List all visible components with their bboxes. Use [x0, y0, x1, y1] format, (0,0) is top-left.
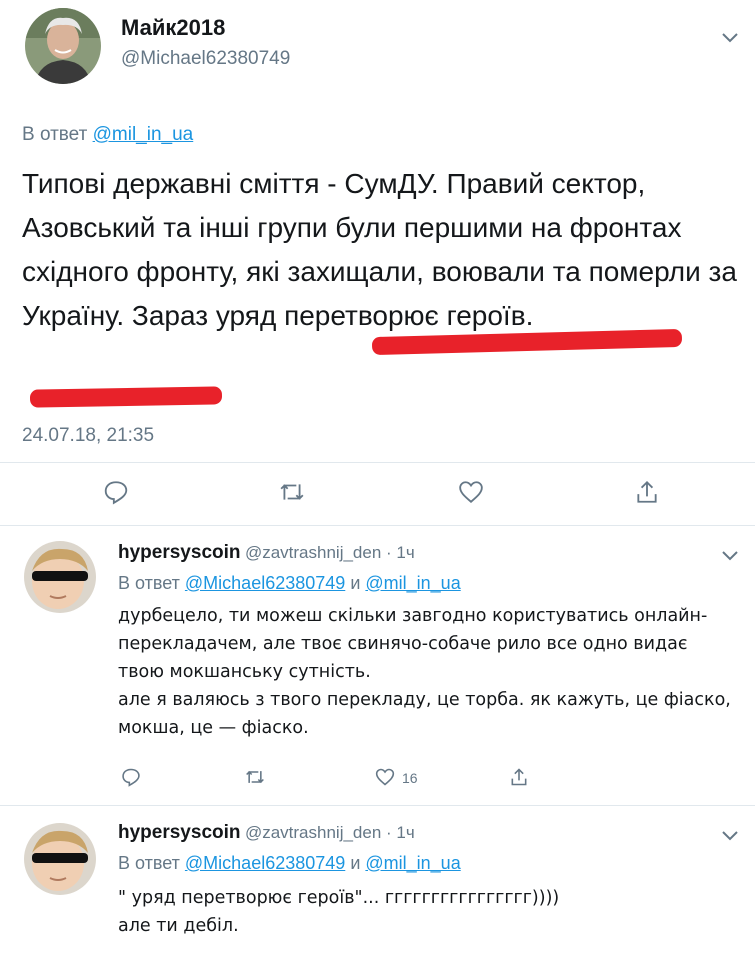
like-icon[interactable]	[458, 479, 484, 505]
avatar[interactable]	[25, 8, 101, 84]
mention-link[interactable]: @Michael62380749	[185, 573, 345, 593]
chevron-down-icon[interactable]	[722, 548, 738, 561]
reply-icon[interactable]	[103, 479, 129, 505]
user-handle[interactable]: @Michael62380749	[121, 48, 290, 70]
mention-link[interactable]: @Michael62380749	[185, 853, 345, 873]
handle-and-time[interactable]: @zavtrashnij_den · 1ч	[245, 823, 415, 842]
chevron-down-icon[interactable]	[722, 30, 738, 43]
reply-text: дурбецело, ти можеш скільки завгодно кор…	[118, 606, 731, 738]
divider	[0, 525, 755, 526]
tweet-timestamp[interactable]: 24.07.18, 21:35	[22, 425, 154, 447]
mention-link[interactable]: @mil_in_ua	[93, 124, 194, 145]
reply-context: В ответ @Michael62380749 и @mil_in_ua	[118, 573, 461, 594]
avatar[interactable]	[24, 541, 96, 613]
tweet-text: Типові державні сміття - СумДУ. Правий с…	[22, 168, 737, 331]
reply-prefix: В ответ	[118, 853, 180, 873]
share-icon[interactable]	[509, 767, 529, 787]
reply-header: hypersyscoin @zavtrashnij_den · 1ч	[118, 822, 415, 844]
reply-context: В ответ @mil_in_ua	[22, 124, 193, 146]
mention-link[interactable]: @mil_in_ua	[365, 573, 460, 593]
display-name[interactable]: Майк2018	[121, 15, 225, 41]
retweet-icon[interactable]	[279, 479, 305, 505]
reply-prefix: В ответ	[22, 124, 88, 145]
display-name[interactable]: hypersyscoin	[118, 542, 241, 563]
chevron-down-icon[interactable]	[722, 828, 738, 841]
reply-header: hypersyscoin @zavtrashnij_den · 1ч	[118, 542, 415, 564]
red-underline-mark	[29, 386, 223, 408]
reply-text: " уряд перетворює героїв"... ггггггггггг…	[118, 888, 560, 936]
divider	[0, 805, 755, 806]
avatar[interactable]	[24, 823, 96, 895]
reply-prefix: В ответ	[118, 573, 180, 593]
like-count: 16	[402, 770, 418, 786]
reply-icon[interactable]	[121, 767, 141, 787]
reply-context: В ответ @Michael62380749 и @mil_in_ua	[118, 853, 461, 874]
handle-and-time[interactable]: @zavtrashnij_den · 1ч	[245, 543, 415, 562]
display-name[interactable]: hypersyscoin	[118, 822, 241, 843]
reply-conjunction: и	[350, 573, 361, 593]
reply-conjunction: и	[350, 853, 361, 873]
divider	[0, 462, 755, 463]
share-icon[interactable]	[634, 479, 660, 505]
retweet-icon[interactable]	[245, 767, 265, 787]
like-icon[interactable]	[375, 767, 395, 787]
mention-link[interactable]: @mil_in_ua	[365, 853, 460, 873]
